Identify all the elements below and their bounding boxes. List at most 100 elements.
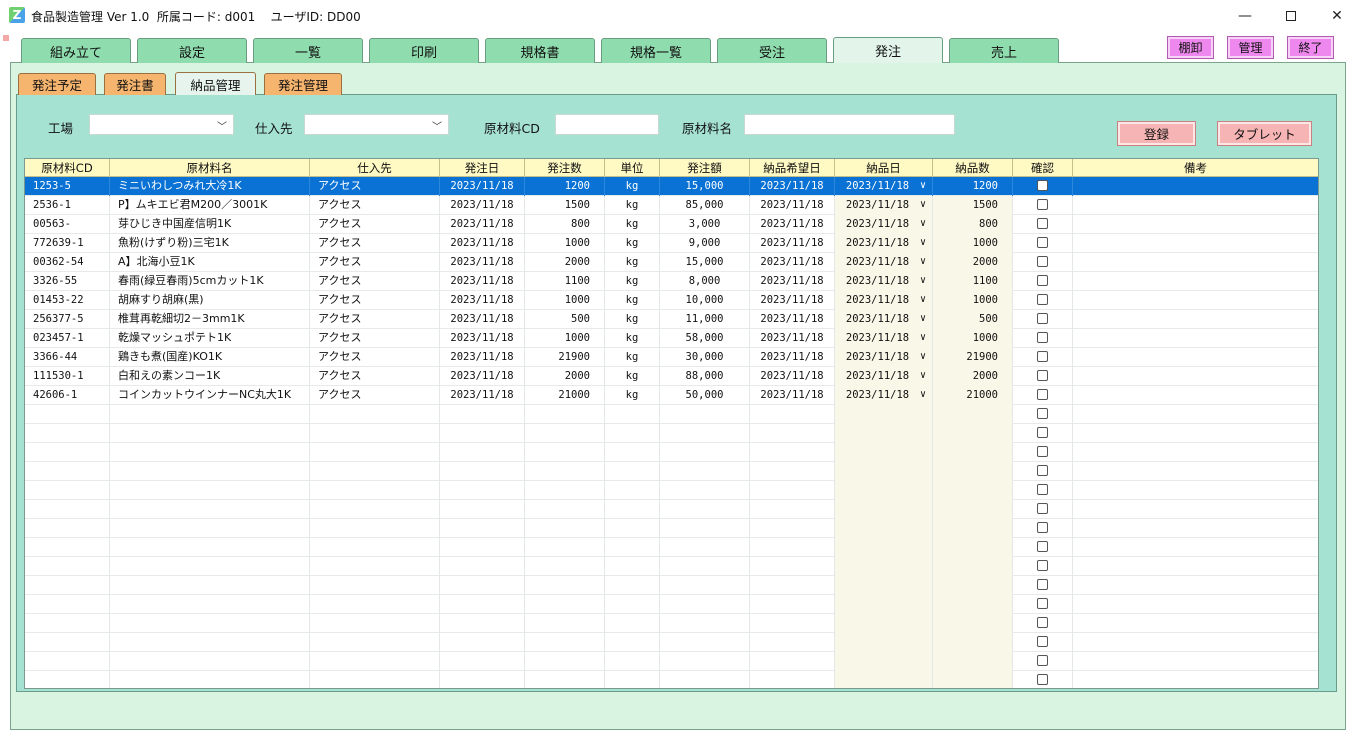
cell-note[interactable]	[1073, 177, 1318, 196]
empty-table-row[interactable]	[25, 481, 1318, 500]
cell-delivered-qty[interactable]	[933, 633, 1013, 652]
tab-settings[interactable]: 設定	[137, 38, 247, 63]
confirm-checkbox[interactable]	[1037, 179, 1048, 191]
confirm-checkbox[interactable]	[1037, 483, 1048, 495]
exit-button[interactable]: 終了	[1287, 36, 1334, 59]
close-button[interactable]: ✕	[1314, 0, 1360, 31]
table-row[interactable]: 256377-5 椎茸再乾細切2－3mm1K アクセス 2023/11/18 500 kg…	[25, 310, 1318, 329]
cell-note[interactable]	[1073, 557, 1318, 576]
cell-confirm[interactable]	[1013, 367, 1073, 386]
confirm-checkbox[interactable]	[1037, 350, 1048, 362]
empty-table-row[interactable]	[25, 424, 1318, 443]
cell-note[interactable]	[1073, 671, 1318, 688]
confirm-checkbox[interactable]	[1037, 369, 1048, 381]
cell-delivery-date[interactable]: 2023/11/18 ∨	[835, 329, 933, 348]
confirm-checkbox[interactable]	[1037, 559, 1048, 571]
cell-delivery-date[interactable]: 2023/11/18 ∨	[835, 272, 933, 291]
subtab-order-plan[interactable]: 発注予定	[18, 73, 96, 95]
cell-delivery-date[interactable]: 2023/11/18 ∨	[835, 367, 933, 386]
cell-confirm[interactable]	[1013, 215, 1073, 234]
cell-delivery-date[interactable]	[835, 519, 933, 538]
chevron-down-icon[interactable]: ∨	[920, 291, 926, 309]
cell-delivered-qty[interactable]	[933, 557, 1013, 576]
empty-table-row[interactable]	[25, 671, 1318, 688]
cell-delivered-qty[interactable]	[933, 443, 1013, 462]
cell-delivery-date[interactable]	[835, 557, 933, 576]
confirm-checkbox[interactable]	[1037, 597, 1048, 609]
cell-delivery-date[interactable]: 2023/11/18 ∨	[835, 348, 933, 367]
col-material-cd[interactable]: 原材料CD	[25, 159, 110, 177]
tab-orders[interactable]: 発注	[833, 37, 943, 63]
cell-delivered-qty[interactable]: 2000	[933, 253, 1013, 272]
confirm-checkbox[interactable]	[1037, 426, 1048, 438]
confirm-checkbox[interactable]	[1037, 502, 1048, 514]
cell-delivered-qty[interactable]: 1100	[933, 272, 1013, 291]
factory-select[interactable]: ﹀	[89, 114, 234, 135]
cell-note[interactable]	[1073, 500, 1318, 519]
cell-delivered-qty[interactable]: 800	[933, 215, 1013, 234]
col-note[interactable]: 備考	[1073, 159, 1318, 177]
cell-note[interactable]	[1073, 234, 1318, 253]
col-delivered-qty[interactable]: 納品数	[933, 159, 1013, 177]
subtab-order-management[interactable]: 発注管理	[264, 73, 342, 95]
empty-table-row[interactable]	[25, 519, 1318, 538]
cell-confirm[interactable]	[1013, 291, 1073, 310]
empty-table-row[interactable]	[25, 614, 1318, 633]
cell-note[interactable]	[1073, 272, 1318, 291]
cell-confirm[interactable]	[1013, 405, 1073, 424]
cell-delivered-qty[interactable]	[933, 614, 1013, 633]
cell-confirm[interactable]	[1013, 595, 1073, 614]
cell-delivered-qty[interactable]: 1000	[933, 234, 1013, 253]
cell-confirm[interactable]	[1013, 538, 1073, 557]
confirm-checkbox[interactable]	[1037, 407, 1048, 419]
admin-button[interactable]: 管理	[1227, 36, 1274, 59]
cell-confirm[interactable]	[1013, 310, 1073, 329]
tab-received-orders[interactable]: 受注	[717, 38, 827, 63]
cell-delivery-date[interactable]: 2023/11/18 ∨	[835, 386, 933, 405]
empty-table-row[interactable]	[25, 557, 1318, 576]
confirm-checkbox[interactable]	[1037, 654, 1048, 666]
cell-confirm[interactable]	[1013, 329, 1073, 348]
cell-confirm[interactable]	[1013, 481, 1073, 500]
confirm-checkbox[interactable]	[1037, 236, 1048, 248]
cell-note[interactable]	[1073, 481, 1318, 500]
supplier-select[interactable]: ﹀	[304, 114, 449, 135]
chevron-down-icon[interactable]: ∨	[920, 196, 926, 214]
cell-delivered-qty[interactable]: 21900	[933, 348, 1013, 367]
subtab-delivery-management[interactable]: 納品管理	[175, 72, 256, 95]
col-unit[interactable]: 単位	[605, 159, 660, 177]
cell-delivery-date[interactable]: 2023/11/18 ∨	[835, 196, 933, 215]
cell-delivery-date[interactable]	[835, 462, 933, 481]
col-confirm[interactable]: 確認	[1013, 159, 1073, 177]
cell-note[interactable]	[1073, 576, 1318, 595]
cell-confirm[interactable]	[1013, 500, 1073, 519]
cell-note[interactable]	[1073, 538, 1318, 557]
col-delivery-date[interactable]: 納品日	[835, 159, 933, 177]
maximize-button[interactable]	[1268, 0, 1314, 31]
delivery-grid[interactable]: 原材料CD 原材料名 仕入先 発注日 発注数 単位 発注額 納品希望日 納品日 納品数 確認 備考 1…	[24, 158, 1319, 689]
cell-delivery-date[interactable]	[835, 443, 933, 462]
cell-note[interactable]	[1073, 633, 1318, 652]
col-order-date[interactable]: 発注日	[440, 159, 525, 177]
cell-confirm[interactable]	[1013, 386, 1073, 405]
cell-confirm[interactable]	[1013, 234, 1073, 253]
col-material-name[interactable]: 原材料名	[110, 159, 310, 177]
empty-table-row[interactable]	[25, 633, 1318, 652]
chevron-down-icon[interactable]: ∨	[920, 310, 926, 328]
confirm-checkbox[interactable]	[1037, 673, 1048, 685]
cell-delivered-qty[interactable]	[933, 481, 1013, 500]
cell-confirm[interactable]	[1013, 443, 1073, 462]
material-cd-input[interactable]	[555, 114, 659, 135]
cell-note[interactable]	[1073, 652, 1318, 671]
cell-confirm[interactable]	[1013, 272, 1073, 291]
cell-delivery-date[interactable]: 2023/11/18 ∨	[835, 234, 933, 253]
cell-delivery-date[interactable]: 2023/11/18 ∨	[835, 253, 933, 272]
table-row[interactable]: 1253-5 ミニいわしつみれ大冷1K アクセス 2023/11/18 1200 kg 15…	[25, 177, 1318, 196]
cell-note[interactable]	[1073, 519, 1318, 538]
empty-table-row[interactable]	[25, 500, 1318, 519]
col-order-amount[interactable]: 発注額	[660, 159, 750, 177]
cell-note[interactable]	[1073, 329, 1318, 348]
col-supplier[interactable]: 仕入先	[310, 159, 440, 177]
cell-delivery-date[interactable]	[835, 538, 933, 557]
chevron-down-icon[interactable]: ∨	[920, 348, 926, 366]
